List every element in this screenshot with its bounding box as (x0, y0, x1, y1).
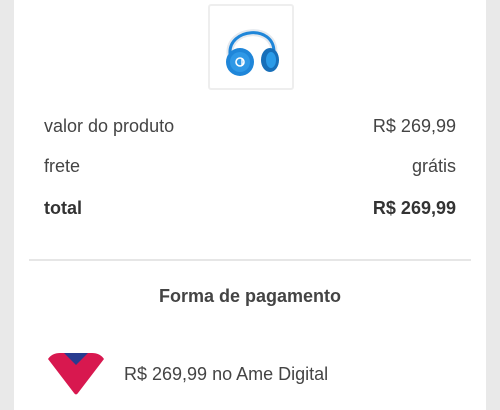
payment-method-text: R$ 269,99 no Ame Digital (124, 363, 329, 384)
order-summary-card: valor do produto R$ 269,99 frete grátis … (14, 0, 486, 410)
headphones-icon (226, 29, 279, 76)
shipping-row: frete grátis (44, 151, 456, 181)
payment-method-row[interactable]: R$ 269,99 no Ame Digital (44, 348, 464, 400)
product-value: R$ 269,99 (372, 115, 456, 136)
shipping-value: grátis (411, 155, 456, 176)
total-row: total R$ 269,99 (44, 193, 456, 223)
product-value-label: valor do produto (44, 115, 175, 136)
product-value-row: valor do produto R$ 269,99 (44, 111, 456, 141)
ame-digital-logo-icon (48, 353, 104, 395)
payment-section-title: Forma de pagamento (158, 286, 342, 306)
section-divider (29, 259, 471, 261)
total-label: total (44, 197, 82, 218)
total-value: R$ 269,99 (372, 197, 456, 218)
shipping-label: frete (44, 155, 81, 176)
product-thumbnail[interactable] (208, 4, 294, 90)
